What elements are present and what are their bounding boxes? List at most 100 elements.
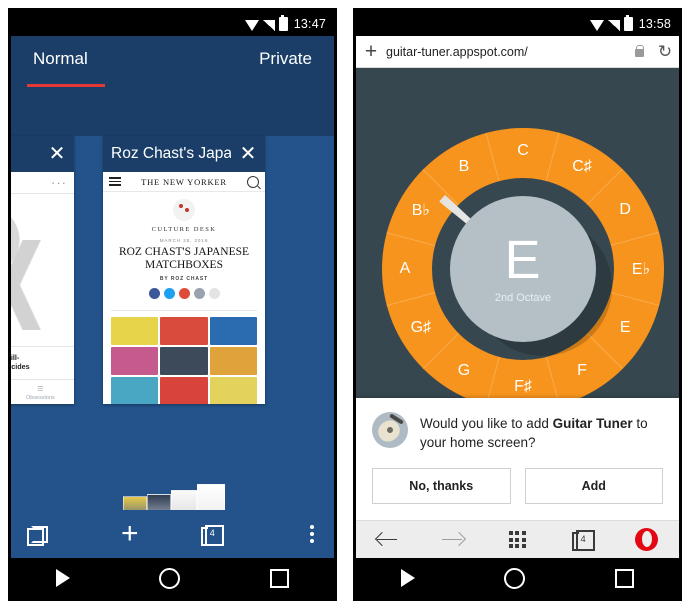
wifi-icon: [244, 19, 259, 31]
tab-count-button[interactable]: 4: [171, 524, 253, 546]
matchbox-thumb: [160, 347, 208, 375]
home-circle-icon[interactable]: [504, 567, 526, 589]
matchbox-thumb: [209, 377, 257, 404]
search-icon[interactable]: [247, 175, 259, 188]
facebook-icon[interactable]: [148, 288, 160, 299]
forward-arrow-icon: [441, 533, 464, 547]
tab-card[interactable]: Roz Chast's Japa... ✕ THE NEW YOR: [103, 136, 265, 404]
matchbox-thumb: [209, 347, 257, 375]
guitar-tuner-wheel[interactable]: C C♯ D E♭ E F F♯ G G♯ A B♭ B E 2nd Octav…: [382, 128, 664, 410]
list-icon: ≡: [37, 382, 44, 395]
no-thanks-button[interactable]: No, thanks: [372, 468, 511, 504]
right-status-bar: 13:58: [356, 11, 679, 36]
tab-close-icon[interactable]: ✕: [231, 144, 265, 164]
left-android-nav-bar: [11, 558, 334, 598]
reload-icon[interactable]: ↻: [651, 43, 679, 60]
print-icon[interactable]: [208, 288, 220, 299]
googleplus-icon[interactable]: [178, 288, 190, 299]
tuner-dial: E 2nd Octave: [450, 196, 596, 342]
culture-desk-emblem-icon: [173, 199, 195, 221]
speed-dial-button[interactable]: [485, 531, 550, 548]
tab-card-preview[interactable]: THE NEW YORKER CULTURE DESK MARCH 28, 20…: [103, 172, 265, 404]
back-triangle-icon[interactable]: [55, 569, 70, 587]
add-to-home-message: Would you like to add Guitar Tuner to yo…: [420, 412, 663, 452]
recents-square-icon[interactable]: [615, 568, 635, 588]
matchbox-thumb: [111, 347, 159, 375]
back-triangle-icon[interactable]: [400, 569, 415, 587]
newyorker-byline: BY ROZ CHAST: [159, 276, 209, 282]
opera-menu-button[interactable]: [614, 528, 679, 551]
note-label: G: [457, 362, 471, 380]
tabs-icon: 4: [200, 524, 224, 546]
current-note-label: E: [504, 230, 542, 290]
add-button[interactable]: Add: [524, 468, 663, 504]
newyorker-header: THE NEW YORKER: [103, 172, 265, 192]
home-circle-icon[interactable]: [159, 567, 181, 589]
note-label: C: [517, 142, 529, 159]
new-tab-button[interactable]: +: [89, 517, 171, 550]
tab-switcher-toolbar: + 4: [11, 510, 334, 558]
qz-headline: olitics iszed thantheseprove it: [11, 230, 63, 298]
newyorker-desk: CULTURE DESK: [151, 226, 217, 233]
qz-nav-obsessions-label: Obsessions: [25, 394, 55, 401]
url-input[interactable]: guitar-tuner.appspot.com/: [386, 45, 627, 59]
signal-icon: [262, 19, 275, 31]
overflow-menu-button[interactable]: [252, 525, 334, 543]
hamburger-icon[interactable]: [109, 177, 121, 186]
opera-menu-icon: [635, 528, 659, 551]
battery-icon: [278, 14, 288, 31]
new-tab-icon[interactable]: +: [356, 41, 386, 62]
browser-tab-count-button[interactable]: 4: [550, 530, 615, 551]
note-label: F♯: [514, 378, 532, 395]
browser-tab-count-label: 4: [580, 533, 586, 544]
back-arrow-icon: [377, 533, 399, 547]
add-to-home-message-row: Would you like to add Guitar Tuner to yo…: [372, 412, 663, 452]
twitter-icon[interactable]: [163, 288, 175, 299]
note-label: B♭: [411, 202, 430, 219]
add-to-home-buttons: No, thanks Add: [372, 468, 663, 504]
right-phone-screen: 13:58 + guitar-tuner.appspot.com/ ↻ C C♯…: [356, 11, 679, 598]
tab-count-label: 4: [209, 528, 215, 538]
note-label: F: [577, 362, 587, 380]
tab-normal[interactable]: Normal: [33, 49, 88, 69]
email-icon[interactable]: [193, 288, 205, 299]
left-status-bar: 13:47: [11, 11, 334, 36]
tab-card-preview[interactable]: T Z ··· olitics iszed thantheseprove i: [11, 172, 74, 404]
overflow-menu-icon: [310, 525, 314, 543]
left-phone: 13:47 Normal Private ✕ ··· ill- cides ≡ …: [0, 0, 345, 609]
sync-tabs-button[interactable]: [11, 525, 89, 546]
tab-card-title: Roz Chast's Japa...: [111, 145, 231, 162]
left-phone-bezel: 13:47 Normal Private ✕ ··· ill- cides ≡ …: [8, 8, 337, 601]
right-phone: 13:58 + guitar-tuner.appspot.com/ ↻ C C♯…: [345, 0, 690, 609]
share-row: [109, 288, 259, 299]
tabs-icon: 4: [571, 530, 595, 551]
battery-icon: [623, 14, 633, 31]
tab-card-list: ✕ T Z ···: [11, 136, 334, 404]
qz-nav-obsessions[interactable]: ≡ Obsessions: [25, 382, 55, 401]
qz-hero-image: olitics iszed thantheseprove it: [11, 194, 74, 334]
tab-close-icon[interactable]: ✕: [40, 144, 74, 164]
note-label: B: [458, 157, 470, 175]
speed-dial-icon: [508, 531, 526, 548]
address-bar: + guitar-tuner.appspot.com/ ↻: [356, 36, 679, 68]
octave-label: 2nd Octave: [494, 292, 552, 304]
tab-card-header: ✕: [11, 136, 74, 172]
qz-bottom-nav: ↗ Popular ≡ Obsessions: [11, 379, 74, 404]
recents-square-icon[interactable]: [270, 568, 290, 588]
browser-forward-button: [421, 533, 486, 547]
browser-back-button[interactable]: [356, 533, 421, 547]
plus-icon: +: [120, 517, 139, 550]
tab-switcher: Normal Private ✕ ··· ill- cides ≡ Obsess…: [11, 36, 334, 598]
add-to-home-app-name: Guitar Tuner: [552, 416, 633, 431]
tab-private[interactable]: Private: [259, 49, 312, 69]
newyorker-page: THE NEW YORKER CULTURE DESK MARCH 28, 20…: [103, 172, 265, 404]
right-status-icons: [589, 14, 633, 31]
add-to-home-text-before: Would you like to add: [420, 416, 553, 431]
note-label: D: [619, 201, 631, 218]
lock-icon: [627, 45, 651, 57]
matchbox-thumb: [111, 377, 159, 404]
right-phone-bezel: 13:58 + guitar-tuner.appspot.com/ ↻ C C♯…: [353, 8, 682, 601]
tab-card[interactable]: ✕ T Z ···: [11, 136, 74, 404]
note-label: E: [619, 319, 631, 336]
qz-page: T Z ··· olitics iszed thantheseprove i: [11, 172, 74, 404]
